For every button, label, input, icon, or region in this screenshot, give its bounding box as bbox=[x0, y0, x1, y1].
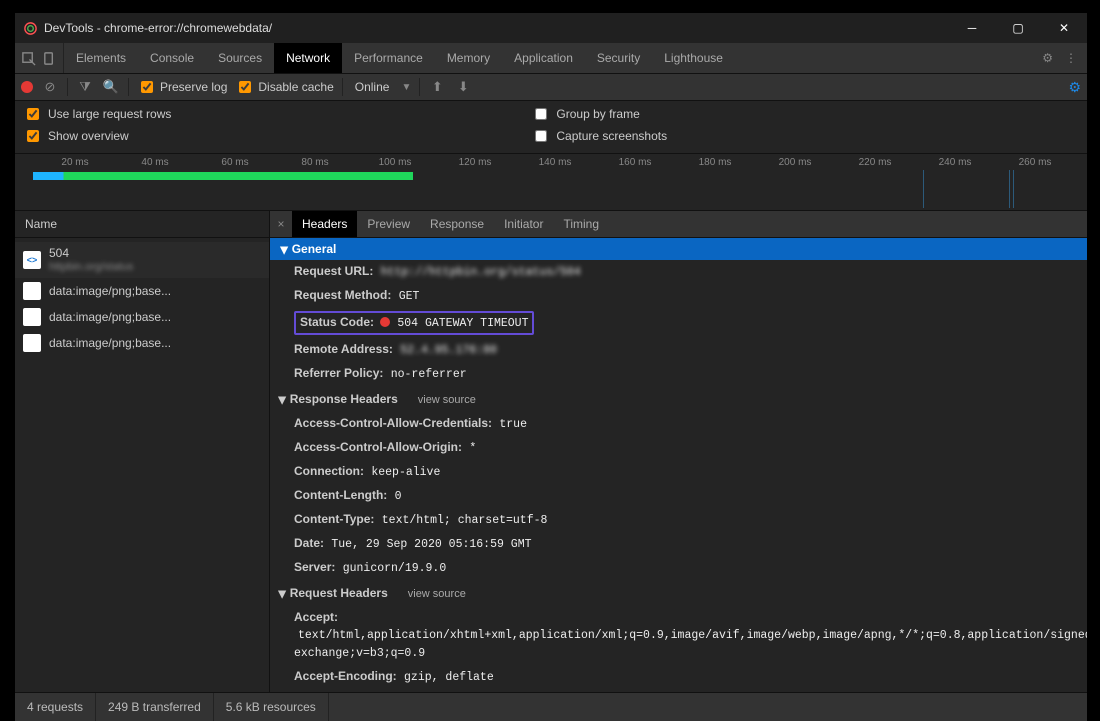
tab-memory[interactable]: Memory bbox=[435, 43, 502, 73]
tab-security[interactable]: Security bbox=[585, 43, 652, 73]
upload-icon[interactable]: ⬆ bbox=[428, 79, 446, 95]
ruler-tick: 160 ms bbox=[619, 157, 652, 168]
ruler-tick: 80 ms bbox=[301, 157, 328, 168]
ruler-tick: 40 ms bbox=[141, 157, 168, 168]
ruler-tick: 240 ms bbox=[939, 157, 972, 168]
request-name: data:image/png;base... bbox=[49, 284, 171, 298]
request-name: data:image/png;base... bbox=[49, 310, 171, 324]
ruler-tick: 200 ms bbox=[779, 157, 812, 168]
show-overview-checkbox[interactable]: Show overview bbox=[23, 127, 171, 145]
tab-application[interactable]: Application bbox=[502, 43, 585, 73]
detail-tab-response[interactable]: Response bbox=[420, 211, 494, 237]
preserve-log-checkbox[interactable]: Preserve log bbox=[137, 78, 227, 96]
minimize-button[interactable]: ─ bbox=[949, 13, 995, 43]
header-row: Connection: keep-alive bbox=[270, 460, 1087, 484]
request-name: data:image/png;base... bbox=[49, 336, 171, 350]
ruler-tick: 20 ms bbox=[61, 157, 88, 168]
throttling-select[interactable]: Online bbox=[351, 80, 394, 94]
view-source-link[interactable]: view source bbox=[408, 588, 466, 600]
network-settings-icon[interactable]: ⚙ bbox=[1068, 79, 1081, 96]
detail-tab-timing[interactable]: Timing bbox=[553, 211, 609, 237]
view-source-link[interactable]: view source bbox=[418, 394, 476, 406]
detail-tab-headers[interactable]: Headers bbox=[292, 211, 357, 237]
header-row: Server: gunicorn/19.9.0 bbox=[270, 556, 1087, 580]
header-row: Referrer Policy: no-referrer bbox=[270, 362, 1087, 386]
detail-tab-initiator[interactable]: Initiator bbox=[494, 211, 553, 237]
request-row[interactable]: data:image/png;base... bbox=[15, 278, 269, 304]
tab-network[interactable]: Network bbox=[274, 43, 342, 73]
disable-cache-checkbox[interactable]: Disable cache bbox=[235, 78, 333, 96]
network-options: Use large request rows Show overview Gro… bbox=[15, 101, 1087, 154]
header-row: Request Method: GET bbox=[270, 284, 1087, 308]
chevron-down-icon[interactable]: ▼ bbox=[401, 82, 411, 93]
detail-tab-preview[interactable]: Preview bbox=[357, 211, 420, 237]
header-row: Request URL: http://httpbin.org/status/5… bbox=[270, 260, 1087, 284]
section-header[interactable]: ▶Request Headersview source bbox=[270, 580, 1087, 606]
search-icon[interactable]: 🔍 bbox=[102, 79, 120, 95]
file-icon bbox=[23, 282, 41, 300]
html-icon: <> bbox=[23, 251, 41, 269]
settings-gear-icon[interactable]: ⚙ bbox=[1042, 51, 1053, 65]
request-row[interactable]: <> 504httpbin.org/status bbox=[15, 242, 269, 278]
device-icon[interactable] bbox=[42, 51, 57, 66]
section-header[interactable]: ▶Response Headersview source bbox=[270, 386, 1087, 412]
header-row: Content-Length: 0 bbox=[270, 484, 1087, 508]
name-column-header[interactable]: Name bbox=[15, 211, 269, 238]
download-icon[interactable]: ⬇ bbox=[454, 79, 472, 95]
header-row: Accept: text/html,application/xhtml+xml,… bbox=[270, 606, 1087, 665]
timeline-overview[interactable]: 20 ms 40 ms 60 ms 80 ms 100 ms 120 ms 140 ms 16… bbox=[15, 154, 1087, 211]
tab-console[interactable]: Console bbox=[138, 43, 206, 73]
titlebar: DevTools - chrome-error://chromewebdata/… bbox=[15, 13, 1087, 43]
clear-button[interactable]: ⊘ bbox=[41, 79, 59, 95]
ruler-tick: 220 ms bbox=[859, 157, 892, 168]
ruler-tick: 260 ms bbox=[1019, 157, 1052, 168]
header-row: Accept-Encoding: gzip, deflate bbox=[270, 665, 1087, 689]
header-row: Date: Tue, 29 Sep 2020 05:16:59 GMT bbox=[270, 532, 1087, 556]
request-row[interactable]: data:image/png;base... bbox=[15, 304, 269, 330]
requests-count: 4 requests bbox=[15, 693, 96, 721]
file-icon bbox=[23, 334, 41, 352]
capture-screenshots-checkbox[interactable]: Capture screenshots bbox=[531, 127, 667, 145]
section-header[interactable]: ▶General bbox=[270, 238, 1087, 260]
resources-size: 5.6 kB resources bbox=[214, 693, 329, 721]
header-row: Remote Address: 52.4.95.176:80 bbox=[270, 338, 1087, 362]
file-icon bbox=[23, 308, 41, 326]
ruler-tick: 60 ms bbox=[221, 157, 248, 168]
transferred-size: 249 B transferred bbox=[96, 693, 214, 721]
network-toolbar: ⊘ ⧩ 🔍 Preserve log Disable cache Online … bbox=[15, 74, 1087, 101]
ruler-tick: 140 ms bbox=[539, 157, 572, 168]
ruler-tick: 120 ms bbox=[459, 157, 492, 168]
header-row: Accept-Language: en-US,en;q=0.9,hi;q=0.8… bbox=[270, 689, 1087, 692]
large-rows-checkbox[interactable]: Use large request rows bbox=[23, 105, 171, 123]
record-button[interactable] bbox=[21, 81, 33, 93]
devtools-logo-icon bbox=[23, 21, 38, 36]
filter-icon[interactable]: ⧩ bbox=[76, 79, 94, 95]
panel-tabs: ElementsConsoleSourcesNetworkPerformance… bbox=[15, 43, 1087, 74]
tab-performance[interactable]: Performance bbox=[342, 43, 435, 73]
tab-sources[interactable]: Sources bbox=[206, 43, 274, 73]
header-row: Status Code: 504 GATEWAY TIMEOUT bbox=[270, 308, 1087, 338]
close-button[interactable]: ✕ bbox=[1041, 13, 1087, 43]
waterfall-bar bbox=[33, 172, 413, 180]
request-subtext: httpbin.org/status bbox=[49, 260, 133, 274]
requests-sidebar: Name <> 504httpbin.org/status data:image/p… bbox=[15, 211, 270, 692]
status-dot-icon bbox=[380, 317, 390, 327]
tab-elements[interactable]: Elements bbox=[64, 43, 138, 73]
kebab-menu-icon[interactable]: ⋮ bbox=[1065, 51, 1077, 65]
request-row[interactable]: data:image/png;base... bbox=[15, 330, 269, 356]
status-footer: 4 requests 249 B transferred 5.6 kB reso… bbox=[15, 692, 1087, 721]
close-detail-icon[interactable]: × bbox=[270, 217, 292, 231]
detail-panel: × HeadersPreviewResponseInitiatorTiming … bbox=[270, 211, 1087, 692]
ruler-tick: 180 ms bbox=[699, 157, 732, 168]
group-frame-checkbox[interactable]: Group by frame bbox=[531, 105, 667, 123]
header-row: Access-Control-Allow-Origin: * bbox=[270, 436, 1087, 460]
request-name: 504 bbox=[49, 246, 133, 260]
header-row: Content-Type: text/html; charset=utf-8 bbox=[270, 508, 1087, 532]
window-title: DevTools - chrome-error://chromewebdata/ bbox=[44, 21, 272, 35]
ruler-tick: 100 ms bbox=[379, 157, 412, 168]
inspect-icon[interactable] bbox=[21, 51, 36, 66]
tab-lighthouse[interactable]: Lighthouse bbox=[652, 43, 735, 73]
header-row: Access-Control-Allow-Credentials: true bbox=[270, 412, 1087, 436]
maximize-button[interactable]: ▢ bbox=[995, 13, 1041, 43]
